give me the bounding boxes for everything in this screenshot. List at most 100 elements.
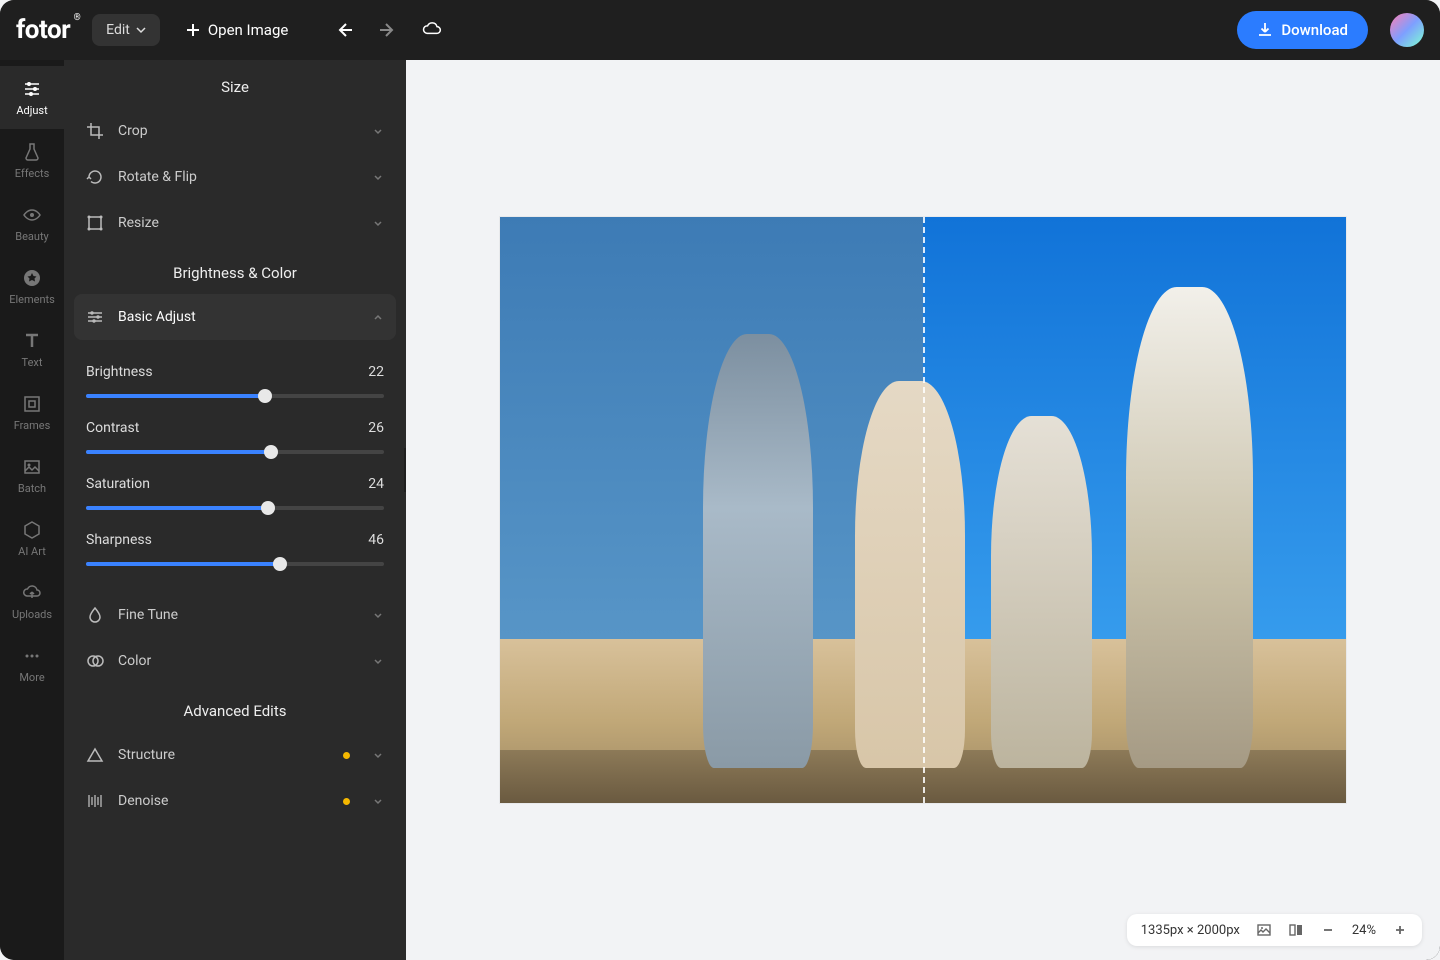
slider-track[interactable] <box>86 506 384 510</box>
row-resize[interactable]: Resize <box>64 200 406 246</box>
collapse-panel-button[interactable] <box>404 448 406 492</box>
cloud-up-icon <box>21 582 43 604</box>
slider-track[interactable] <box>86 562 384 566</box>
star-icon <box>21 267 43 289</box>
section-title-advanced: Advanced Edits <box>64 684 406 732</box>
edit-label: Edit <box>106 22 130 38</box>
tool-elements[interactable]: Elements <box>0 255 64 318</box>
redo-button[interactable] <box>378 20 398 40</box>
tool-aiart[interactable]: AI Art <box>0 507 64 570</box>
row-label: Basic Adjust <box>118 309 358 325</box>
slider-track[interactable] <box>86 450 384 454</box>
tool-frames[interactable]: Frames <box>0 381 64 444</box>
row-label: Structure <box>118 747 329 763</box>
tool-label: AI Art <box>18 545 46 558</box>
tool-label: Adjust <box>16 104 47 117</box>
dots-icon <box>21 645 43 667</box>
row-label: Crop <box>118 123 358 139</box>
chevron-down-icon <box>372 795 384 807</box>
row-structure[interactable]: Structure <box>64 732 406 778</box>
zoom-in-button[interactable] <box>1392 922 1408 938</box>
arrow-right-icon <box>378 20 398 40</box>
tool-label: Elements <box>9 293 55 306</box>
row-label: Denoise <box>118 793 329 809</box>
compare-divider[interactable] <box>923 217 925 803</box>
slider-track[interactable] <box>86 394 384 398</box>
chevron-down-icon <box>372 609 384 621</box>
flask-icon <box>21 141 43 163</box>
premium-dot <box>343 752 350 759</box>
slider-label: Brightness <box>86 364 153 380</box>
frame-icon <box>21 393 43 415</box>
triangle-icon <box>86 746 104 764</box>
slider-thumb[interactable] <box>264 445 278 459</box>
image-canvas[interactable] <box>500 217 1346 803</box>
image-figure <box>1126 287 1253 768</box>
row-crop[interactable]: Crop <box>64 108 406 154</box>
tool-effects[interactable]: Effects <box>0 129 64 192</box>
row-denoise[interactable]: Denoise <box>64 778 406 824</box>
tool-label: Beauty <box>15 230 49 243</box>
zoom-level: 24% <box>1352 923 1376 938</box>
nav-arrows <box>334 20 442 40</box>
open-label: Open Image <box>208 21 288 39</box>
row-rotate-flip[interactable]: Rotate & Flip <box>64 154 406 200</box>
slider-value: 46 <box>368 532 384 548</box>
row-label: Color <box>118 653 358 669</box>
slider-value: 24 <box>368 476 384 492</box>
canvas-area[interactable]: 1335px × 2000px 24% <box>406 60 1440 960</box>
row-label: Fine Tune <box>118 607 358 623</box>
premium-dot <box>343 798 350 805</box>
undo-button[interactable] <box>334 20 354 40</box>
chevron-down-icon <box>372 171 384 183</box>
image-figure <box>703 334 813 768</box>
eye-icon <box>21 204 43 226</box>
tool-label: Frames <box>14 419 51 432</box>
tool-label: Batch <box>18 482 46 495</box>
tool-text[interactable]: Text <box>0 318 64 381</box>
row-basic-adjust[interactable]: Basic Adjust <box>74 294 396 340</box>
row-label: Rotate & Flip <box>118 169 358 185</box>
hex-icon <box>21 519 43 541</box>
cloud-sync-button[interactable] <box>422 20 442 40</box>
row-label: Resize <box>118 215 358 231</box>
slider-sharpness: Sharpness 46 <box>86 532 384 566</box>
avatar[interactable] <box>1390 13 1424 47</box>
download-label: Download <box>1281 21 1348 39</box>
fit-to-screen-button[interactable] <box>1256 922 1272 938</box>
slider-thumb[interactable] <box>261 501 275 515</box>
compare-button[interactable] <box>1288 922 1304 938</box>
slider-brightness: Brightness22 <box>86 364 384 398</box>
sliders-icon <box>21 78 43 100</box>
slider-label: Sharpness <box>86 532 152 548</box>
tool-uploads[interactable]: Uploads <box>0 570 64 633</box>
app-root: fotor Edit Open Image Download <box>0 0 1440 960</box>
zoom-out-button[interactable] <box>1320 922 1336 938</box>
body: Adjust Effects Beauty Elements Text Fram… <box>0 60 1440 960</box>
edit-menu-button[interactable]: Edit <box>92 14 160 46</box>
slider-thumb[interactable] <box>258 389 272 403</box>
tool-label: Text <box>22 356 43 369</box>
sidebar-toolbar: Adjust Effects Beauty Elements Text Fram… <box>0 60 64 960</box>
status-bar: 1335px × 2000px 24% <box>1127 914 1422 946</box>
tool-label: Effects <box>15 167 50 180</box>
image-icon <box>21 456 43 478</box>
tool-batch[interactable]: Batch <box>0 444 64 507</box>
row-fine-tune[interactable]: Fine Tune <box>64 592 406 638</box>
download-icon <box>1257 22 1273 38</box>
rotate-icon <box>86 168 104 186</box>
slider-thumb[interactable] <box>273 557 287 571</box>
tool-adjust[interactable]: Adjust <box>0 66 64 129</box>
open-image-button[interactable]: Open Image <box>172 13 302 47</box>
section-title-brightness-color: Brightness & Color <box>64 246 406 294</box>
tool-more[interactable]: More <box>0 633 64 696</box>
tool-beauty[interactable]: Beauty <box>0 192 64 255</box>
drop-icon <box>86 606 104 624</box>
slider-contrast: Contrast26 <box>86 420 384 454</box>
tool-label: More <box>19 671 44 684</box>
slider-label: Saturation <box>86 476 150 492</box>
download-button[interactable]: Download <box>1237 11 1368 49</box>
cloud-icon <box>422 19 442 41</box>
resize-icon <box>86 214 104 232</box>
row-color[interactable]: Color <box>64 638 406 684</box>
